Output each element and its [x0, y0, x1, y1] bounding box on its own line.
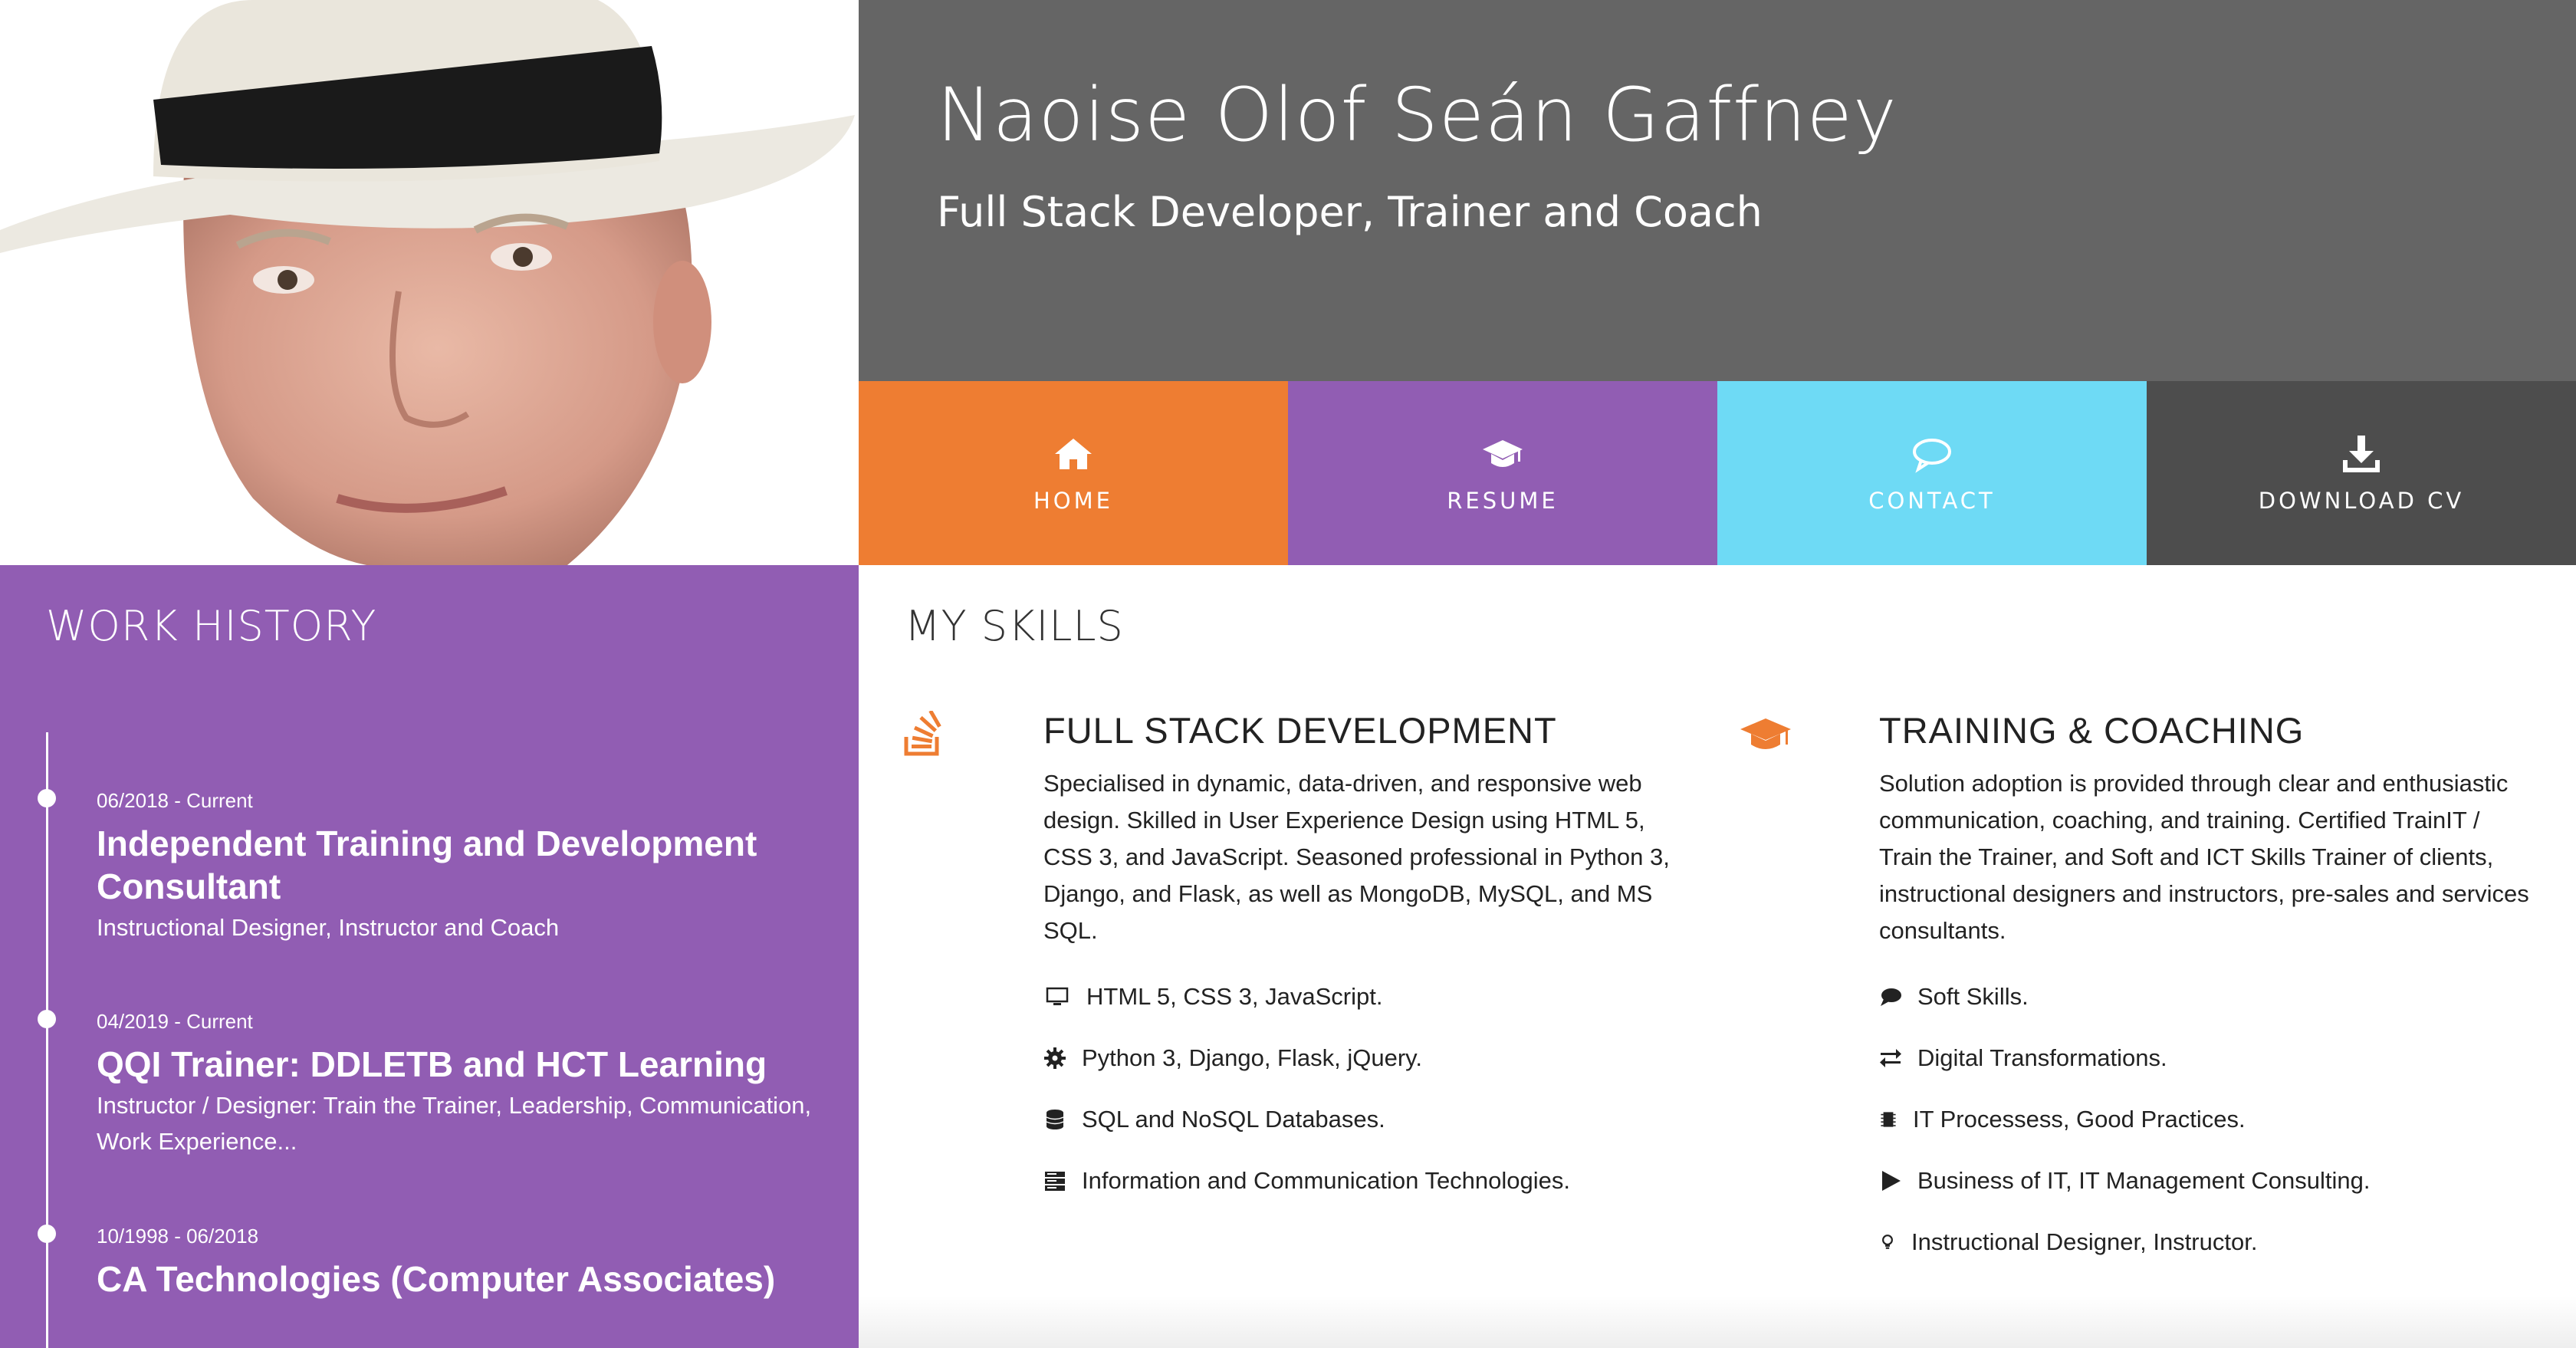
- list-item: HTML 5, CSS 3, JavaScript.: [1043, 966, 1695, 1027]
- lightbulb-icon: [1882, 1235, 1893, 1249]
- skill-item-text: IT Processess, Good Practices.: [1913, 1106, 2246, 1133]
- list-item: Soft Skills.: [1879, 966, 2531, 1027]
- nav-download-cv-label: DOWNLOAD CV: [2258, 488, 2465, 514]
- nav-download-cv-button[interactable]: DOWNLOAD CV: [2147, 381, 2576, 565]
- page-subtitle: Full Stack Developer, Trainer and Coach: [937, 188, 1763, 236]
- skill-item-text: Python 3, Django, Flask, jQuery.: [1082, 1044, 1422, 1071]
- list-item: SQL and NoSQL Databases.: [1043, 1089, 1695, 1150]
- training-intro: Solution adoption is provided through cl…: [1879, 770, 2529, 944]
- chip-icon: [1881, 1112, 1896, 1127]
- fullstack-intro: Specialised in dynamic, data-driven, and…: [1043, 770, 1670, 944]
- list-item: Information and Communication Technologi…: [1043, 1150, 1695, 1212]
- skills-heading: MY SKILLS: [905, 602, 1124, 650]
- profile-photo: [0, 0, 859, 565]
- nav-contact-button[interactable]: CONTACT: [1717, 381, 2147, 565]
- server-icon: [1045, 1172, 1065, 1191]
- nav-resume-button[interactable]: RESUME: [1288, 381, 1717, 565]
- stack-overflow-icon: [904, 711, 941, 756]
- list-item: Digital Transformations.: [1879, 1027, 2531, 1089]
- page-title: Naoise Olof Seán Gaffney: [937, 72, 1898, 158]
- gear-icon: [1044, 1047, 1066, 1069]
- database-icon: [1046, 1110, 1064, 1129]
- timeline-dot: [38, 789, 56, 807]
- job-date: 04/2019 - Current: [97, 1010, 253, 1033]
- fullstack-skills-column: FULL STACK DEVELOPMENT Specialised in dy…: [1043, 709, 1695, 1212]
- training-skill-list: Soft Skills. Digital Transformations. IT…: [1879, 966, 2531, 1273]
- nav-resume-label: RESUME: [1447, 488, 1559, 514]
- skill-item-text: SQL and NoSQL Databases.: [1082, 1106, 1385, 1133]
- fullstack-title: FULL STACK DEVELOPMENT: [1043, 710, 1557, 751]
- work-history-heading: WORK HISTORY: [46, 602, 377, 650]
- list-item: IT Processess, Good Practices.: [1879, 1089, 2531, 1150]
- job-description: Instructor / Designer: Train the Trainer…: [97, 1092, 812, 1155]
- skill-item-text: HTML 5, CSS 3, JavaScript.: [1086, 983, 1383, 1010]
- nav-home-button[interactable]: HOME: [859, 381, 1288, 565]
- job-description: Instructional Designer, Instructor and C…: [97, 914, 560, 941]
- training-title: TRAINING & COACHING: [1879, 710, 2305, 751]
- timeline-line: [46, 732, 48, 1348]
- skill-item-text: Digital Transformations.: [1917, 1044, 2167, 1071]
- download-icon: [2343, 436, 2380, 472]
- monitor-icon: [1046, 987, 1069, 1005]
- portrait-image: [0, 0, 859, 565]
- exchange-icon: [1880, 1049, 1901, 1067]
- job-title: QQI Trainer: DDLETB and HCT Learning: [97, 1044, 767, 1084]
- timeline-dot: [38, 1010, 56, 1028]
- graduation-cap-icon: [1740, 718, 1791, 749]
- skills-section: MY SKILLS FULL STACK DEVELOPMENT Special…: [859, 565, 2576, 1348]
- job-date: 10/1998 - 06/2018: [97, 1225, 259, 1248]
- fullstack-skill-list: HTML 5, CSS 3, JavaScript. Python 3, Dja…: [1043, 966, 1695, 1212]
- speech-bubble-icon: [1913, 439, 1951, 473]
- comment-icon: [1881, 988, 1901, 1006]
- job-title: Independent Training and Development Con…: [97, 824, 757, 906]
- timeline-item: 04/2019 - Current QQI Trainer: DDLETB an…: [38, 1010, 833, 1159]
- timeline-item: 06/2018 - Current Independent Training a…: [38, 789, 833, 945]
- skill-item-text: Soft Skills.: [1917, 983, 2029, 1010]
- main-nav: HOME RESUME CONTACT DOWNLOAD CV: [859, 381, 2576, 565]
- graduation-cap-icon: [1483, 440, 1523, 467]
- training-skills-column: TRAINING & COACHING Solution adoption is…: [1879, 709, 2531, 1273]
- header-banner: Naoise Olof Seán Gaffney Full Stack Deve…: [859, 0, 2576, 381]
- list-item: Instructional Designer, Instructor.: [1879, 1212, 2531, 1273]
- skill-item-text: Business of IT, IT Management Consulting…: [1917, 1167, 2371, 1194]
- home-icon: [1055, 439, 1092, 469]
- skill-item-text: Information and Communication Technologi…: [1082, 1167, 1571, 1194]
- list-item: Business of IT, IT Management Consulting…: [1879, 1150, 2531, 1212]
- timeline-item: 10/1998 - 06/2018 CA Technologies (Compu…: [38, 1225, 833, 1300]
- skill-item-text: Instructional Designer, Instructor.: [1911, 1228, 2258, 1255]
- bottom-shadow: [859, 1296, 2576, 1348]
- timeline-dot: [38, 1225, 56, 1243]
- job-date: 06/2018 - Current: [97, 789, 253, 812]
- list-item: Python 3, Django, Flask, jQuery.: [1043, 1027, 1695, 1089]
- job-title: CA Technologies (Computer Associates): [97, 1259, 776, 1299]
- nav-home-label: HOME: [1033, 488, 1113, 514]
- work-history-section: WORK HISTORY 06/2018 - Current Independe…: [0, 565, 859, 1348]
- play-icon: [1882, 1171, 1901, 1191]
- nav-contact-label: CONTACT: [1868, 488, 1996, 514]
